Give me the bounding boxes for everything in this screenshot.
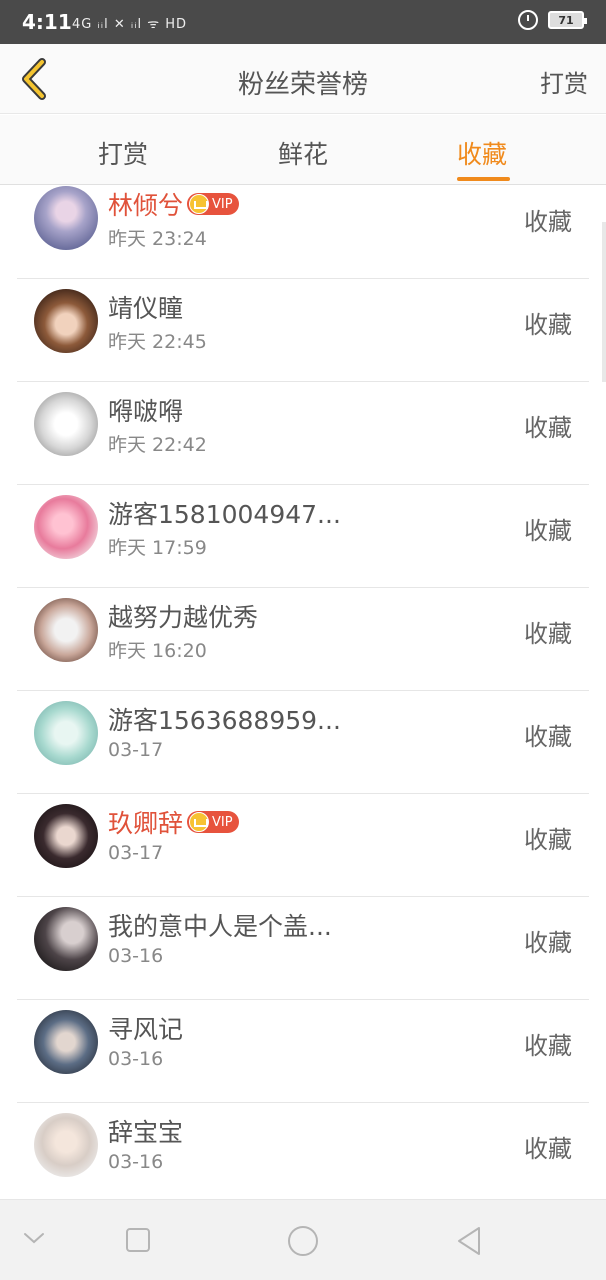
avatar bbox=[34, 701, 98, 765]
fan-time: 昨天 23:24 bbox=[108, 228, 207, 250]
fan-list[interactable]: 林倾兮 VIP 昨天 23:24 收藏 靖仪瞳 昨天 22:45 收藏 嘚啵嘚 … bbox=[0, 186, 606, 1198]
fan-name: 越努力越优秀 bbox=[108, 603, 259, 632]
vip-label: VIP bbox=[212, 196, 233, 212]
avatar bbox=[34, 1113, 98, 1177]
favorite-action-label: 收藏 bbox=[524, 826, 572, 854]
fan-time: 03-16 bbox=[108, 1151, 164, 1173]
avatar bbox=[34, 289, 98, 353]
tab-active-indicator bbox=[457, 177, 510, 181]
avatar bbox=[34, 1010, 98, 1074]
status-bar: 4:11 4G ᵢᵢl ✕ ᵢᵢl ᯤ HD 71 bbox=[0, 0, 606, 44]
fan-time: 昨天 17:59 bbox=[108, 537, 207, 559]
fan-time: 昨天 22:45 bbox=[108, 331, 207, 353]
battery-icon: 71 bbox=[548, 11, 587, 29]
avatar bbox=[34, 907, 98, 971]
signal-wifi-icons: 4G ᵢᵢl ✕ ᵢᵢl ᯤ HD bbox=[72, 17, 188, 32]
fan-time: 03-17 bbox=[108, 739, 164, 761]
fan-time: 03-17 bbox=[108, 842, 164, 864]
list-item[interactable]: 游客1581004947... 昨天 17:59 收藏 bbox=[17, 485, 589, 588]
header-bar: 粉丝荣誉榜 打赏 bbox=[0, 44, 606, 114]
avatar bbox=[34, 495, 98, 559]
vip-label: VIP bbox=[212, 814, 233, 830]
fan-name: 靖仪瞳 bbox=[108, 294, 184, 323]
favorite-action-label: 收藏 bbox=[524, 1032, 572, 1060]
fan-name: 嘚啵嘚 bbox=[108, 397, 184, 426]
fan-time: 03-16 bbox=[108, 945, 164, 967]
fan-name: 游客1563688959... bbox=[108, 706, 341, 735]
avatar bbox=[34, 392, 98, 456]
scrollbar[interactable] bbox=[602, 222, 606, 382]
back-triangle-icon[interactable] bbox=[453, 1224, 485, 1262]
avatar bbox=[34, 598, 98, 662]
page-title: 粉丝荣誉榜 bbox=[237, 70, 368, 100]
fan-name: 游客1581004947... bbox=[108, 500, 341, 529]
favorite-action-label: 收藏 bbox=[524, 929, 572, 957]
home-circle-icon[interactable] bbox=[286, 1224, 320, 1262]
crown-icon bbox=[189, 194, 210, 214]
list-item[interactable]: 我的意中人是个盖... 03-16 收藏 bbox=[17, 897, 589, 1000]
list-item[interactable]: 嘚啵嘚 昨天 22:42 收藏 bbox=[17, 382, 589, 485]
list-item[interactable]: 越努力越优秀 昨天 16:20 收藏 bbox=[17, 588, 589, 691]
favorite-action-label: 收藏 bbox=[524, 620, 572, 648]
recents-square-icon[interactable] bbox=[124, 1226, 152, 1258]
fan-name: 玖卿辞 bbox=[108, 809, 184, 838]
favorite-action-label: 收藏 bbox=[524, 517, 572, 545]
chevron-down-icon[interactable] bbox=[22, 1230, 46, 1250]
favorite-action-label: 收藏 bbox=[524, 311, 572, 339]
tab-bar: 打赏 鲜花 收藏 bbox=[0, 115, 606, 185]
favorite-action-label: 收藏 bbox=[524, 723, 572, 751]
list-item[interactable]: 玖卿辞 VIP 03-17 收藏 bbox=[17, 794, 589, 897]
fan-name: 林倾兮 bbox=[108, 191, 184, 220]
favorite-action-label: 收藏 bbox=[524, 414, 572, 442]
crown-icon bbox=[189, 812, 210, 832]
list-item[interactable]: 寻风记 03-16 收藏 bbox=[17, 1000, 589, 1103]
tab-flowers[interactable]: 鲜花 bbox=[278, 135, 328, 171]
fan-name: 辞宝宝 bbox=[108, 1118, 184, 1147]
vip-badge: VIP bbox=[187, 193, 239, 215]
fan-name: 我的意中人是个盖... bbox=[108, 912, 332, 941]
avatar bbox=[34, 804, 98, 868]
list-item[interactable]: 靖仪瞳 昨天 22:45 收藏 bbox=[17, 279, 589, 382]
status-right: 71 bbox=[518, 10, 587, 30]
vip-badge: VIP bbox=[187, 811, 239, 833]
list-item[interactable]: 游客1563688959... 03-17 收藏 bbox=[17, 691, 589, 794]
tab-favorites[interactable]: 收藏 bbox=[457, 135, 507, 171]
list-item[interactable]: 林倾兮 VIP 昨天 23:24 收藏 bbox=[17, 186, 589, 279]
system-nav-bar bbox=[0, 1199, 606, 1280]
fan-time: 昨天 16:20 bbox=[108, 640, 207, 662]
fan-time: 昨天 22:42 bbox=[108, 434, 207, 456]
favorite-action-label: 收藏 bbox=[524, 1135, 572, 1163]
favorite-action-label: 收藏 bbox=[524, 208, 572, 236]
avatar bbox=[34, 186, 98, 250]
fan-name: 寻风记 bbox=[108, 1015, 184, 1044]
status-time: 4:11 bbox=[22, 10, 72, 34]
list-item[interactable]: 辞宝宝 03-16 收藏 bbox=[17, 1103, 589, 1198]
alarm-icon bbox=[518, 10, 538, 30]
tab-reward[interactable]: 打赏 bbox=[98, 135, 148, 171]
fan-time: 03-16 bbox=[108, 1048, 164, 1070]
reward-link[interactable]: 打赏 bbox=[540, 64, 588, 99]
